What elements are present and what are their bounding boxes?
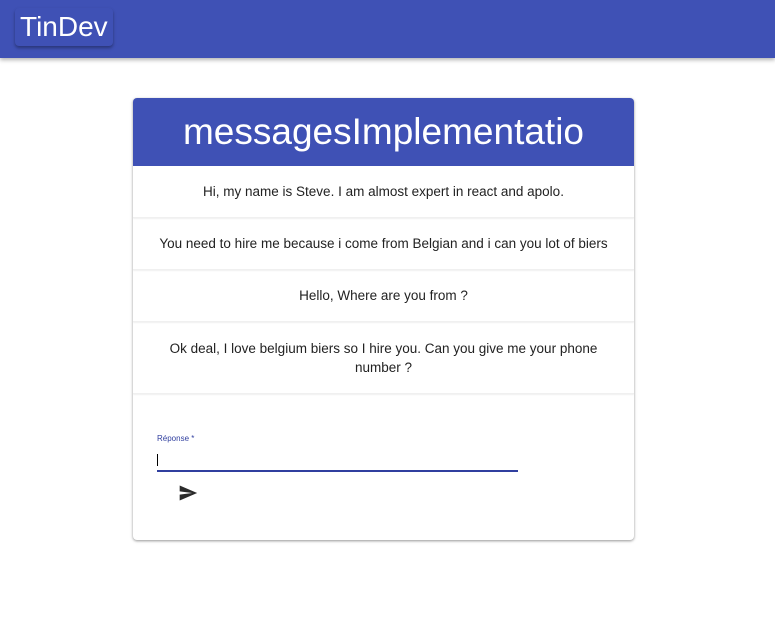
- reply-form: Réponse *: [133, 394, 634, 540]
- conversation-title: messagesImplementatio: [133, 98, 634, 166]
- message-item: You need to hire me because i come from …: [133, 218, 634, 270]
- conversation-card: messagesImplementatio Hi, my name is Ste…: [133, 98, 634, 540]
- app-bar: TinDev: [0, 0, 775, 58]
- reply-label: Réponse *: [157, 434, 195, 443]
- send-button[interactable]: [175, 480, 201, 506]
- send-icon: [179, 485, 198, 501]
- message-item: Hi, my name is Steve. I am almost expert…: [133, 166, 634, 218]
- message-item: Ok deal, I love belgium biers so I hire …: [133, 322, 634, 394]
- message-item: Hello, Where are you from ?: [133, 270, 634, 322]
- reply-input[interactable]: [157, 450, 518, 472]
- text-caret: [157, 454, 158, 466]
- app-title-button[interactable]: TinDev: [15, 8, 113, 46]
